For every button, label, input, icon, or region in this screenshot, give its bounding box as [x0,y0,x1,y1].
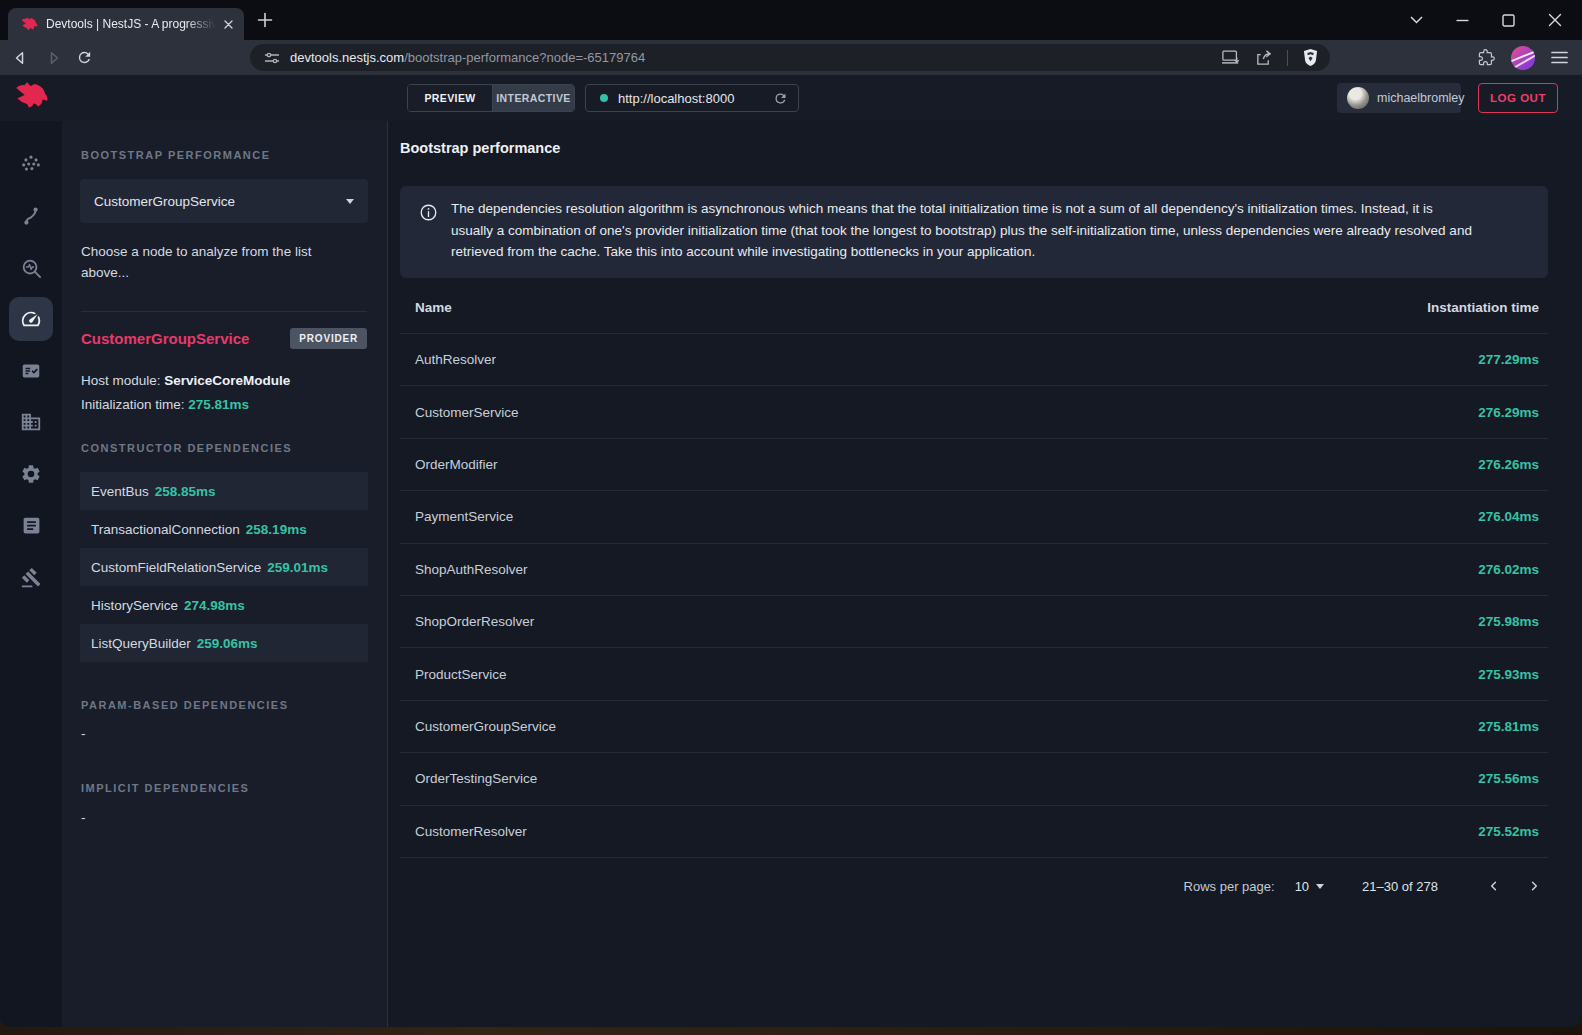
page-title: Bootstrap performance [400,140,560,156]
url-path: /bootstrap-performance?node=-65179764 [404,50,645,65]
sidebar-item-graph[interactable] [9,142,53,186]
dependency-item[interactable]: EventBus258.85ms [80,472,368,510]
chevron-down-icon [346,199,354,204]
col-time-header: Instantiation time [1427,300,1539,315]
window-minimize-button[interactable] [1456,14,1469,27]
prev-page-button[interactable] [1480,872,1508,900]
back-button[interactable] [12,49,30,67]
forward-button[interactable] [44,49,62,67]
app-header: PREVIEW INTERACTIVE http://localhost:800… [0,75,1582,121]
send-to-device-icon[interactable] [1222,50,1240,65]
node-select[interactable]: CustomerGroupService [80,179,368,223]
table-row[interactable]: CustomerService276.29ms [400,386,1548,438]
table-row[interactable]: ShopAuthResolver276.02ms [400,544,1548,596]
logout-button[interactable]: LOG OUT [1478,83,1558,113]
param-deps-title: PARAM-BASED DEPENDENCIES [81,699,289,711]
sidebar-item-routes[interactable] [9,194,53,238]
browser-toolbar: devtools.nestjs.com/bootstrap-performanc… [0,40,1582,75]
table-header: Name Instantiation time [400,281,1548,334]
browser-menu-icon[interactable] [1551,51,1568,64]
interactive-tab[interactable]: INTERACTIVE [492,85,574,111]
implicit-deps-title: IMPLICIT DEPENDENCIES [81,782,249,794]
constructor-deps-list: EventBus258.85ms TransactionalConnection… [80,472,368,662]
app-sidebar [0,121,62,1027]
next-page-button[interactable] [1520,872,1548,900]
address-bar[interactable]: devtools.nestjs.com/bootstrap-performanc… [250,44,1330,71]
host-module-line: Host module: ServiceCoreModule [81,373,290,388]
site-settings-icon[interactable] [264,50,280,66]
node-hint: Choose a node to analyze from the list a… [81,241,336,283]
window-maximize-button[interactable] [1502,14,1515,27]
pagination-range: 21–30 of 278 [1362,879,1438,894]
rows-per-page-label: Rows per page: [1184,879,1275,894]
host-module-value: ServiceCoreModule [164,373,290,388]
table-row[interactable]: CustomerResolver275.52ms [400,806,1548,858]
table-row[interactable]: OrderTestingService275.56ms [400,753,1548,805]
pagination-bar: Rows per page: 10 21–30 of 278 [400,858,1548,914]
table-row[interactable]: ProductService275.93ms [400,648,1548,700]
sidebar-item-settings[interactable] [9,452,53,496]
implicit-deps-value: - [81,810,86,825]
main-content: Bootstrap performance The dependencies r… [387,121,1582,1027]
dependency-item[interactable]: CustomFieldRelationService259.01ms [80,548,368,586]
table-row[interactable]: OrderModifier276.26ms [400,439,1548,491]
panel-divider [81,311,367,312]
table-row[interactable]: AuthResolver277.29ms [400,334,1548,386]
dependency-item[interactable]: HistoryService274.98ms [80,586,368,624]
info-icon [419,203,438,222]
table-row[interactable]: ShopOrderResolver275.98ms [400,596,1548,648]
table-row[interactable]: CustomerGroupService275.81ms [400,701,1548,753]
sidebar-item-modules[interactable] [9,400,53,444]
brave-shield-icon[interactable] [1303,49,1318,66]
preview-url: http://localhost:8000 [618,91,734,106]
info-box: The dependencies resolution algorithm is… [400,186,1548,278]
new-tab-button[interactable] [257,12,273,28]
sidebar-item-bootstrap-performance[interactable] [9,297,53,341]
user-avatar [1347,87,1369,109]
col-name-header: Name [415,300,452,315]
chevron-down-icon [1316,884,1324,889]
preview-url-box[interactable]: http://localhost:8000 [585,84,799,112]
tab-favicon-nestjs [20,17,38,31]
init-time-value: 275.81ms [188,397,249,412]
browser-titlebar: Devtools | NestJS - A progressive [0,0,1582,40]
tab-title: Devtools | NestJS - A progressive [46,17,221,31]
sidebar-item-gavel[interactable] [9,555,53,599]
dependency-item[interactable]: ListQueryBuilder259.06ms [80,624,368,662]
nestjs-logo [13,82,49,109]
refresh-preview-icon[interactable] [773,91,788,106]
extensions-icon[interactable] [1478,49,1495,66]
url-domain: devtools.nestjs.com [290,50,404,65]
node-type-badge: PROVIDER [290,328,367,349]
panel-section-title: BOOTSTRAP PERFORMANCE [81,149,271,161]
view-mode-toggle: PREVIEW INTERACTIVE [407,84,575,112]
init-time-line: Initialization time: 275.81ms [81,397,249,412]
dependency-item[interactable]: TransactionalConnection258.19ms [80,510,368,548]
tab-close-icon[interactable] [221,17,236,32]
detail-panel: BOOTSTRAP PERFORMANCE CustomerGroupServi… [62,121,387,1027]
constructor-deps-title: CONSTRUCTOR DEPENDENCIES [81,442,292,454]
node-select-value: CustomerGroupService [94,194,346,209]
info-text: The dependencies resolution algorithm is… [451,198,1475,263]
table-row[interactable]: PaymentService276.04ms [400,491,1548,543]
sidebar-item-inspect[interactable] [9,246,53,290]
performance-table: Name Instantiation time AuthResolver277.… [400,281,1548,858]
tab-search-icon[interactable] [1410,16,1423,24]
param-deps-value: - [81,726,86,741]
user-name: michaelbromley [1377,91,1465,105]
sidebar-item-docs[interactable] [9,503,53,547]
browser-profile-avatar[interactable] [1511,46,1535,70]
browser-tab[interactable]: Devtools | NestJS - A progressive [8,8,244,40]
browser-window: Devtools | NestJS - A progressive devtoo… [0,0,1582,1027]
sidebar-item-audit[interactable] [9,349,53,393]
window-close-button[interactable] [1548,13,1562,27]
connection-status-dot [600,94,608,102]
reload-button[interactable] [76,49,93,66]
share-icon[interactable] [1255,50,1272,66]
table-body: AuthResolver277.29ms CustomerService276.… [400,334,1548,858]
preview-tab[interactable]: PREVIEW [408,85,492,111]
user-chip[interactable]: michaelbromley [1337,83,1461,113]
rows-per-page-select[interactable]: 10 [1295,879,1324,894]
selected-node-name: CustomerGroupService [81,330,249,347]
